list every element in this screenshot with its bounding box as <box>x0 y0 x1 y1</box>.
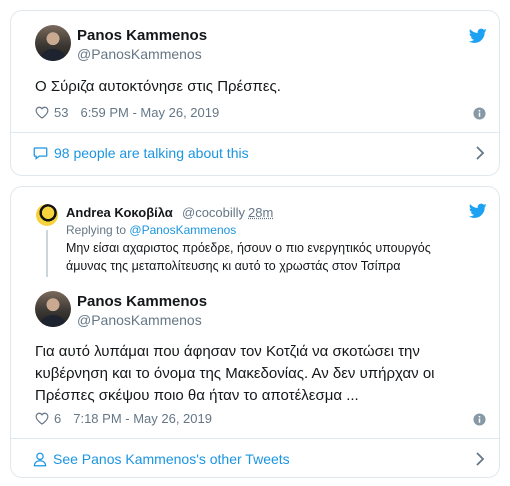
reply-author-name[interactable]: Andrea Κοκοβίλα <box>66 205 173 220</box>
speech-bubble-icon <box>33 147 48 160</box>
chevron-right-icon <box>476 452 485 466</box>
reply-text-line: άμυνας της μεταπολίτευσης κι αυτό το χρω… <box>66 259 401 273</box>
reply-time-ago[interactable]: 28m <box>248 205 273 220</box>
tweet-meta: 53 6:59 PM - May 26, 2019 <box>35 105 219 120</box>
heart-icon[interactable] <box>35 412 49 425</box>
author-handle[interactable]: @PanosKammenos <box>77 46 202 62</box>
author-avatar[interactable] <box>35 291 71 327</box>
tweet-text: Ο Σύριζα αυτοκτόνησε στις Πρέσπες. <box>35 78 281 95</box>
reply-dot: · <box>238 205 243 220</box>
other-tweets-link[interactable]: See Panos Kammenos's other Tweets <box>11 439 499 477</box>
tweet-card: Andrea Κοκοβίλα @cocobilly · 28m Replyin… <box>10 186 500 478</box>
talking-about-link[interactable]: 98 people are talking about this <box>11 133 499 173</box>
other-tweets-label[interactable]: See Panos Kammenos's other Tweets <box>53 451 290 467</box>
talking-about-label[interactable]: 98 people are talking about this <box>54 145 249 161</box>
like-count[interactable]: 6 <box>54 411 61 426</box>
info-icon[interactable] <box>473 413 486 426</box>
replying-to: Replying to @PanosKammenos <box>66 223 236 237</box>
reply-text-line: Μην είσαι αχαριστος πρόεδρε, ήσουν ο πιο… <box>66 241 431 255</box>
tweet-meta: 6 7:18 PM - May 26, 2019 <box>35 411 212 426</box>
author-avatar[interactable] <box>35 25 71 61</box>
twitter-bird-icon[interactable] <box>469 203 487 219</box>
tweet-text-line: Πρέσπες σκέψου ποιο θα ήταν το αποτέλεσμ… <box>35 387 359 404</box>
tweet-text-line: Για αυτό λυπάμαι που άφησαν τον Κοτζιά ν… <box>35 343 420 360</box>
author-name[interactable]: Panos Kammenos <box>77 293 207 310</box>
info-icon[interactable] <box>473 107 486 120</box>
tweet-text: Για αυτό λυπάμαι που άφησαν τον Κοτζιά ν… <box>35 341 435 407</box>
thread-line <box>46 230 48 277</box>
replying-handle-link[interactable]: @PanosKammenos <box>129 223 236 237</box>
tweet-text-line: κυβέρνηση και το όνομα της Μακεδονίας. Α… <box>35 365 435 382</box>
reply-text: Μην είσαι αχαριστος πρόεδρε, ήσουν ο πιο… <box>66 239 431 275</box>
like-count[interactable]: 53 <box>54 105 68 120</box>
reply-author-avatar[interactable] <box>36 204 58 226</box>
twitter-bird-icon[interactable] <box>469 28 487 44</box>
heart-icon[interactable] <box>35 106 49 119</box>
author-handle[interactable]: @PanosKammenos <box>77 312 202 328</box>
chevron-right-icon <box>476 146 485 160</box>
author-name[interactable]: Panos Kammenos <box>77 27 207 44</box>
tweet-timestamp[interactable]: 7:18 PM - May 26, 2019 <box>73 411 212 426</box>
replying-prefix: Replying to <box>66 223 127 237</box>
tweet-timestamp[interactable]: 6:59 PM - May 26, 2019 <box>80 105 219 120</box>
person-icon <box>33 452 47 466</box>
tweet-card: Panos Kammenos @PanosKammenos Ο Σύριζα α… <box>10 10 500 176</box>
reply-author-handle[interactable]: @cocobilly <box>182 205 245 220</box>
